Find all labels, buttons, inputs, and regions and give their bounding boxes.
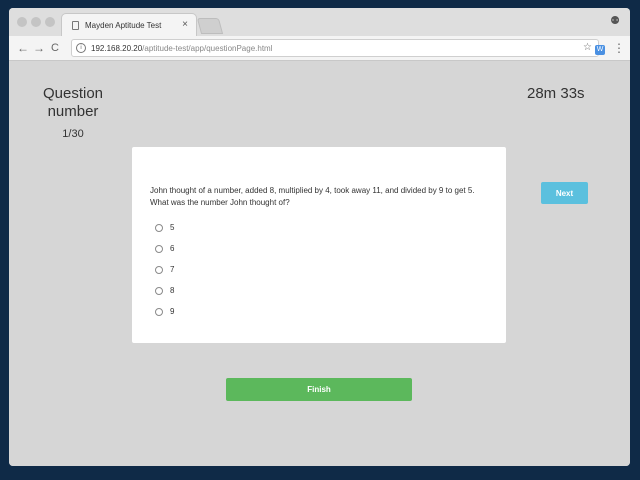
extension-icon[interactable]: W xyxy=(595,45,605,55)
option-label: 7 xyxy=(170,265,175,274)
url-path: /aptitude-test/app/questionPage.html xyxy=(142,43,273,53)
countdown-timer: 28m 33s xyxy=(527,85,585,102)
zoom-window-dot[interactable] xyxy=(45,17,55,27)
radio-button[interactable] xyxy=(155,307,163,316)
question-number-label: Question number xyxy=(42,85,104,120)
close-window-dot[interactable] xyxy=(17,17,27,27)
radio-button[interactable] xyxy=(155,265,163,274)
tab-title: Mayden Aptitude Test xyxy=(85,20,162,30)
browser-tab[interactable]: Mayden Aptitude Test × xyxy=(61,13,197,36)
option-label: 6 xyxy=(170,244,175,253)
tab-bar: Mayden Aptitude Test × ⚉ xyxy=(9,8,630,36)
option-label: 5 xyxy=(170,223,175,232)
answer-option[interactable]: 7 xyxy=(155,259,174,280)
answer-option[interactable]: 6 xyxy=(155,238,174,259)
forward-arrow-icon[interactable]: → xyxy=(33,40,45,56)
option-label: 8 xyxy=(170,286,175,295)
page-icon xyxy=(72,20,79,30)
answer-option[interactable]: 8 xyxy=(155,280,174,301)
radio-button[interactable] xyxy=(155,286,163,295)
question-count: 1/30 xyxy=(62,128,84,140)
quiz-page: Question number 1/30 28m 33s John though… xyxy=(9,61,630,466)
address-bar[interactable]: i 192.168.20.20/aptitude-test/app/questi… xyxy=(71,39,599,57)
answer-option[interactable]: 5 xyxy=(155,217,174,238)
info-icon[interactable]: i xyxy=(76,43,86,53)
minimize-window-dot[interactable] xyxy=(31,17,41,27)
question-text: John thought of a number, added 8, multi… xyxy=(150,186,475,207)
option-label: 9 xyxy=(170,307,175,316)
back-arrow-icon[interactable]: ← xyxy=(17,40,29,56)
profile-icon[interactable]: ⚉ xyxy=(609,15,621,27)
tab-close-icon[interactable]: × xyxy=(182,19,188,30)
next-button[interactable]: Next xyxy=(541,182,588,204)
browser-menu-icon[interactable]: ⋮ xyxy=(613,41,625,55)
answer-options: 5 6 7 8 9 xyxy=(155,217,174,322)
finish-button[interactable]: Finish xyxy=(226,378,412,401)
bookmark-star-icon[interactable]: ☆ xyxy=(583,42,592,53)
reload-icon[interactable]: C xyxy=(51,40,59,56)
browser-toolbar: ← → C i 192.168.20.20/aptitude-test/app/… xyxy=(9,36,630,61)
url-host: 192.168.20.20 xyxy=(91,43,143,53)
answer-option[interactable]: 9 xyxy=(155,301,174,322)
browser-window: Mayden Aptitude Test × ⚉ ← → C i 192.168… xyxy=(9,8,630,466)
radio-button[interactable] xyxy=(155,223,163,232)
question-card: John thought of a number, added 8, multi… xyxy=(132,147,506,343)
radio-button[interactable] xyxy=(155,244,163,253)
new-tab-button[interactable] xyxy=(196,18,224,34)
